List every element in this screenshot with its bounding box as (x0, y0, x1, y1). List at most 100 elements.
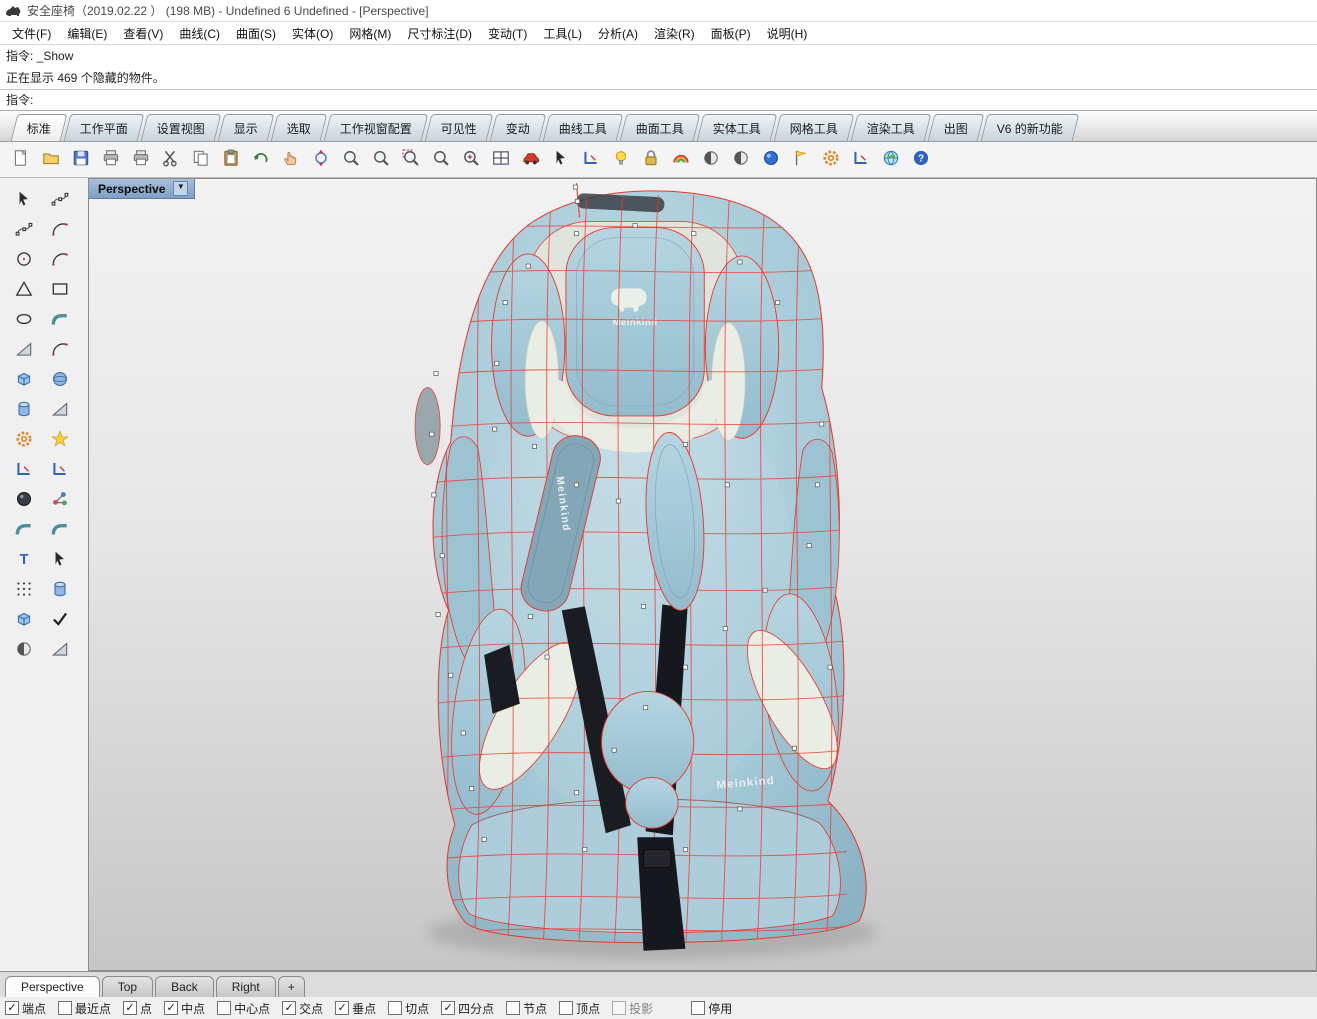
osnap-checkbox-5[interactable]: ✓ (282, 1001, 296, 1015)
extend-tool-button[interactable] (9, 338, 39, 363)
text-tool-button[interactable]: T (9, 548, 39, 573)
named-view-car-button[interactable] (516, 145, 545, 174)
align-tool-button[interactable] (45, 458, 75, 483)
circle-tool-button[interactable] (9, 248, 39, 273)
viewport-tab-right[interactable]: Right (216, 976, 276, 997)
osnap-12[interactable]: 停用 (691, 1000, 732, 1017)
document-properties-button[interactable] (816, 145, 845, 174)
osnap-checkbox-10[interactable] (559, 1001, 573, 1015)
osnap-checkbox-9[interactable] (506, 1001, 520, 1015)
zoom-extents-button[interactable] (456, 145, 485, 174)
cylinder-tool-button[interactable] (9, 398, 39, 423)
cut-button[interactable] (156, 145, 185, 174)
box-tool-button[interactable] (9, 368, 39, 393)
help-button[interactable]: ? (906, 145, 935, 174)
command-prompt[interactable]: 指令: (0, 89, 1317, 111)
undo-button[interactable] (246, 145, 275, 174)
menu-item-5[interactable]: 实体(O) (284, 23, 341, 44)
ellipse-tool-button[interactable] (9, 308, 39, 333)
raytrace-button[interactable] (756, 145, 785, 174)
zoom-selected-button[interactable] (426, 145, 455, 174)
toolbar-tab-10[interactable]: 实体工具 (697, 114, 778, 141)
rectangle-tool-button[interactable] (45, 278, 75, 303)
lights-button[interactable] (606, 145, 635, 174)
surface-tool-button[interactable] (9, 608, 39, 633)
menu-item-4[interactable]: 曲面(S) (228, 23, 284, 44)
open-file-button[interactable] (36, 145, 65, 174)
osnap-0[interactable]: ✓端点 (5, 1000, 46, 1017)
toolbar-tab-14[interactable]: V6 的新功能 (981, 114, 1080, 141)
point-edit-button[interactable] (9, 218, 39, 243)
osnap-7[interactable]: 切点 (388, 1000, 429, 1017)
viewport-tab-back[interactable]: Back (155, 976, 214, 997)
toolbar-tab-6[interactable]: 可见性 (425, 114, 494, 141)
zoom-dynamic-button[interactable] (336, 145, 365, 174)
toolbar-tab-2[interactable]: 设置视图 (141, 114, 222, 141)
menu-item-9[interactable]: 工具(L) (535, 23, 590, 44)
osnap-1[interactable]: 最近点 (58, 1000, 111, 1017)
toolbar-tab-12[interactable]: 渲染工具 (851, 114, 932, 141)
paste-button[interactable] (216, 145, 245, 174)
menu-item-7[interactable]: 尺寸标注(D) (399, 23, 480, 44)
toolbar-tab-4[interactable]: 选取 (271, 114, 328, 141)
osnap-11[interactable]: 投影 (612, 1000, 653, 1017)
point-grid-tool-button[interactable] (9, 578, 39, 603)
print-preview-button[interactable] (126, 145, 155, 174)
osnap-5[interactable]: ✓交点 (282, 1000, 323, 1017)
curve-from-object-button[interactable] (45, 308, 75, 333)
render-sphere-tool-button[interactable] (9, 488, 39, 513)
select-points-button[interactable] (45, 188, 75, 213)
osnap-10[interactable]: 顶点 (559, 1000, 600, 1017)
toolbar-tab-5[interactable]: 工作视窗配置 (324, 114, 429, 141)
menu-item-10[interactable]: 分析(A) (590, 23, 646, 44)
toolbar-tab-11[interactable]: 网格工具 (774, 114, 855, 141)
save-file-button[interactable] (66, 145, 95, 174)
osnap-checkbox-8[interactable]: ✓ (441, 1001, 455, 1015)
osnap-checkbox-4[interactable] (217, 1001, 231, 1015)
toolbar-tab-13[interactable]: 出图 (928, 114, 985, 141)
zoom-out-button[interactable] (366, 145, 395, 174)
osnap-9[interactable]: 节点 (506, 1000, 547, 1017)
toolbar-tab-7[interactable]: 变动 (490, 114, 547, 141)
menu-item-11[interactable]: 渲染(R) (646, 23, 703, 44)
osnap-checkbox-1[interactable] (58, 1001, 72, 1015)
four-viewports-button[interactable] (486, 145, 515, 174)
car-seat-model[interactable]: Meinkind Meinkind (371, 181, 916, 971)
osnap-checkbox-12[interactable] (691, 1001, 705, 1015)
print-button[interactable] (96, 145, 125, 174)
lock-objects-button[interactable] (636, 145, 665, 174)
toolbar-tab-0[interactable]: 标准 (11, 114, 68, 141)
menu-item-3[interactable]: 曲线(C) (171, 23, 228, 44)
shaded-display-button[interactable] (726, 145, 755, 174)
menu-item-2[interactable]: 查看(V) (115, 23, 171, 44)
rotate-view-button[interactable] (306, 145, 335, 174)
toolbar-tab-3[interactable]: 显示 (218, 114, 275, 141)
toolbar-tab-8[interactable]: 曲线工具 (543, 114, 624, 141)
bend-tool-button[interactable] (45, 518, 75, 543)
viewport-tab-perspective[interactable]: Perspective (5, 976, 100, 997)
move-point-tool-button[interactable] (45, 548, 75, 573)
osnap-6[interactable]: ✓垂点 (335, 1000, 376, 1017)
array-tool-button[interactable] (45, 488, 75, 513)
explode-tool-button[interactable] (45, 428, 75, 453)
osnap-3[interactable]: ✓中点 (164, 1000, 205, 1017)
menu-item-8[interactable]: 变动(T) (480, 23, 535, 44)
earth-anchor-button[interactable] (876, 145, 905, 174)
toolbar-tab-9[interactable]: 曲面工具 (620, 114, 701, 141)
set-view-button[interactable] (546, 145, 575, 174)
fillet-tool-button[interactable] (45, 338, 75, 363)
viewport-title[interactable]: Perspective ▼ (89, 179, 195, 199)
polygon-tool-button[interactable] (9, 278, 39, 303)
select-button[interactable] (9, 188, 39, 213)
loft-tool-button[interactable] (45, 638, 75, 663)
curve-tools-button[interactable] (45, 218, 75, 243)
arc-tool-button[interactable] (45, 248, 75, 273)
contour-tool-button[interactable] (45, 578, 75, 603)
perspective-viewport[interactable]: Perspective ▼ (88, 178, 1317, 971)
viewport-menu-arrow-icon[interactable]: ▼ (173, 181, 188, 196)
osnap-4[interactable]: 中心点 (217, 1000, 270, 1017)
extrude-tool-button[interactable] (45, 398, 75, 423)
render-button[interactable] (666, 145, 695, 174)
pan-view-button[interactable] (276, 145, 305, 174)
menu-item-0[interactable]: 文件(F) (4, 23, 59, 44)
